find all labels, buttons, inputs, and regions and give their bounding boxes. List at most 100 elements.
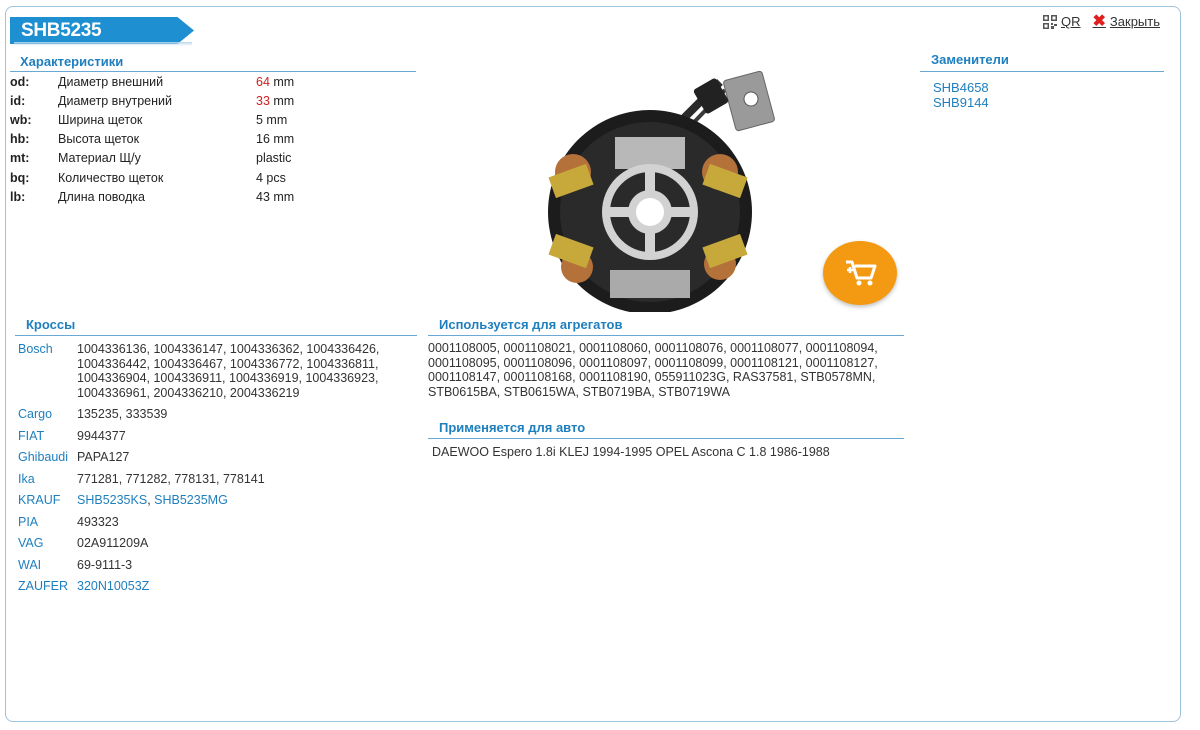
spec-number: 43 [256, 189, 270, 204]
spec-row: lb: Длина поводка 43 mm [10, 187, 294, 206]
cross-values: PAPA127 [77, 450, 416, 465]
qr-label: QR [1061, 14, 1081, 29]
cross-brand[interactable]: Bosch [18, 342, 77, 400]
spec-row: mt: Материал Щ/у plastic [10, 149, 294, 168]
spec-key: od: [10, 74, 30, 89]
cross-brand[interactable]: VAG [18, 536, 77, 551]
specs-table: od: Диаметр внешний 64 mm id: Диаметр внутре… [10, 72, 294, 206]
spec-key: wb: [10, 112, 32, 127]
close-link[interactable]: ✖ Закрыть [1092, 12, 1160, 30]
spec-key: lb: [10, 189, 26, 204]
spec-row: bq: Количество щеток 4 pcs [10, 168, 294, 187]
spec-number: 4 [256, 170, 263, 185]
add-to-cart-icon [842, 256, 878, 291]
spec-row: wb: Ширина щеток 5 mm [10, 110, 294, 129]
spec-row: od: Диаметр внешний 64 mm [10, 72, 294, 91]
vehicles-text: DAEWOO Espero 1.8i KLEJ 1994-1995 OPEL A… [432, 445, 830, 459]
spec-unit: mm [262, 112, 288, 127]
cross-values: 9944377 [77, 429, 416, 444]
spec-value: 43 mm [256, 190, 294, 204]
cross-link[interactable]: 320N10053Z [77, 579, 149, 593]
spec-label: Количество щеток [58, 170, 164, 185]
cross-numbers: 69-9111-3 [77, 557, 133, 572]
cross-row: Ghibaudi PAPA127 [18, 450, 416, 465]
product-title: SHB5235 [10, 17, 194, 44]
cross-numbers: PAPA127 [77, 450, 130, 464]
specs-heading: Характеристики [10, 54, 416, 72]
cross-values: 493323 [77, 515, 416, 530]
spec-row: id: Диаметр внутрений 33 mm [10, 91, 294, 110]
cross-numbers: 771281, 771282, 778131, 778141 [77, 471, 265, 486]
title-shadow [14, 42, 192, 46]
cross-brand[interactable]: WAI [18, 558, 77, 573]
spec-unit: mm [269, 189, 295, 204]
spec-value: 4 pcs [256, 171, 286, 185]
cross-brand[interactable]: Ghibaudi [18, 450, 77, 465]
cross-values: 02A911209A [77, 536, 416, 551]
spec-value: 5 mm [256, 113, 287, 127]
spec-label: Длина поводка [58, 189, 145, 204]
cross-brand[interactable]: KRAUF [18, 493, 77, 508]
spec-number: plastic [256, 151, 292, 166]
spec-key: id: [10, 93, 26, 108]
cross-values: 771281, 771282, 778131, 778141 [77, 472, 416, 487]
cross-row: Bosch 1004336136, 1004336147, 1004336362,… [18, 342, 416, 400]
cross-values: 69-9111-3 [77, 558, 416, 573]
cross-brand[interactable]: ZAUFER [18, 579, 77, 594]
spec-unit: mm [269, 74, 295, 89]
cross-brand[interactable]: Cargo [18, 407, 77, 422]
cross-link[interactable]: SHB5235MG [154, 493, 228, 507]
substitute-link[interactable]: SHB4658 [933, 80, 989, 95]
substitute-link[interactable]: SHB9144 [933, 95, 989, 110]
cross-numbers: 493323 [77, 514, 119, 529]
spec-number: 5 [256, 112, 263, 127]
spec-unit: mm [269, 93, 295, 108]
cross-values: 135235, 333539 [77, 407, 416, 422]
spec-unit: pcs [262, 170, 286, 185]
spec-row: hb: Высота щеток 16 mm [10, 130, 294, 149]
aggregates-heading: Используется для агрегатов [428, 317, 904, 336]
spec-label: Ширина щеток [58, 112, 143, 127]
top-actions: QR ✖ Закрыть [1043, 12, 1160, 30]
cross-row: Ika 771281, 771282, 778131, 778141 [18, 472, 416, 487]
spec-number: 33 [256, 93, 270, 108]
aggregates-text: 0001108005, 0001108021, 0001108060, 0001… [428, 341, 878, 399]
spec-label: Диаметр внешний [58, 74, 164, 89]
cross-numbers: 135235, 333539 [77, 407, 168, 421]
cross-brand[interactable]: Ika [18, 472, 77, 487]
cross-values: SHB5235KS, SHB5235MG [77, 493, 228, 507]
spec-unit: mm [269, 132, 295, 147]
spec-label: Высота щеток [58, 132, 140, 147]
add-to-cart-button[interactable] [823, 241, 897, 305]
vehicles-heading: Применяется для авто [428, 420, 904, 439]
spec-label: Материал Щ/у [58, 151, 141, 166]
spec-value: 64 mm [256, 75, 294, 89]
cross-row: KRAUF SHB5235KS, SHB5235MG [18, 493, 416, 508]
substitutes-list: SHB4658 SHB9144 [933, 80, 989, 110]
close-icon: ✖ [1092, 12, 1106, 30]
spec-value: plastic [256, 151, 291, 165]
qr-link[interactable]: QR [1043, 14, 1081, 29]
cross-brand[interactable]: PIA [18, 515, 77, 530]
spec-label: Диаметр внутрений [58, 93, 172, 108]
spec-value: 16 mm [256, 132, 294, 146]
cross-numbers: 1004336136, 1004336147, 1004336362, 1004… [77, 342, 380, 400]
cross-numbers: 9944377 [77, 428, 126, 443]
product-image [515, 42, 785, 314]
substitutes-heading: Заменители [920, 52, 1164, 72]
cross-numbers: 02A911209A [77, 536, 149, 550]
cross-row: Cargo 135235, 333539 [18, 407, 416, 422]
cross-values: 320N10053Z [77, 579, 416, 594]
cross-values: 1004336136, 1004336147, 1004336362, 1004… [77, 342, 416, 400]
crosses-heading: Кроссы [15, 317, 417, 336]
spec-key: hb: [10, 132, 30, 147]
spec-value: 33 mm [256, 94, 294, 108]
spec-key: mt: [10, 151, 30, 166]
cross-link[interactable]: SHB5235KS [77, 493, 147, 507]
cross-brand[interactable]: FIAT [18, 429, 77, 444]
qr-icon [1043, 14, 1058, 29]
spec-key: bq: [10, 170, 30, 185]
close-label: Закрыть [1109, 14, 1160, 29]
cross-row: PIA 493323 [18, 515, 416, 530]
cross-row: FIAT 9944377 [18, 429, 416, 444]
